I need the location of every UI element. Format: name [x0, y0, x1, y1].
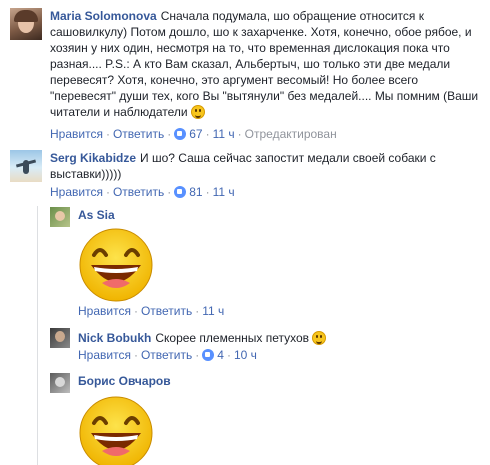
- thumbs-up-icon: [202, 349, 215, 361]
- like-count[interactable]: 81: [189, 185, 202, 199]
- reply-button[interactable]: Ответить: [141, 348, 192, 362]
- timestamp[interactable]: 10 ч: [234, 348, 257, 362]
- avatar[interactable]: [10, 150, 42, 182]
- timestamp[interactable]: 11 ч: [213, 127, 235, 141]
- like-button[interactable]: Нравится: [78, 348, 131, 362]
- timestamp[interactable]: 11 ч: [213, 185, 235, 199]
- like-button[interactable]: Нравится: [78, 304, 131, 318]
- laughing-smiley-sticker: [79, 228, 153, 302]
- comment-text: Скорее племенных петухов: [155, 331, 310, 345]
- comment-serg: Serg Kikabidze И шо? Саша сейчас запостит…: [10, 150, 485, 200]
- comment-author[interactable]: Nick Bobukh: [78, 331, 151, 345]
- comment-author[interactable]: Борис Овчаров: [78, 374, 171, 388]
- avatar[interactable]: [50, 328, 70, 348]
- comment-author[interactable]: Serg Kikabidze: [50, 151, 136, 165]
- timestamp[interactable]: 11 ч: [202, 304, 224, 318]
- reply-button[interactable]: Ответить: [141, 304, 192, 318]
- like-button[interactable]: Нравится: [50, 185, 103, 199]
- thumbs-up-icon: [174, 128, 187, 140]
- comment-text: Сначала подумала, шо обращение относится…: [50, 9, 479, 119]
- avatar[interactable]: [50, 207, 70, 227]
- reply-nick-bobukh: Nick Bobukh Скорее племенных петухов Нрав…: [50, 328, 480, 364]
- laughing-smiley-sticker: [79, 396, 153, 465]
- reply-as-sia: As Sia Нравится · Ответить · 11 ч: [50, 207, 480, 318]
- reply-thread-line: [37, 206, 38, 465]
- thumbs-up-icon: [174, 186, 187, 198]
- reply-button[interactable]: Ответить: [113, 127, 164, 141]
- like-count[interactable]: 4: [217, 348, 224, 362]
- edited-label[interactable]: Отредактирован: [245, 127, 337, 141]
- reply-boris-ovcharov: Борис Овчаров: [50, 373, 480, 465]
- comment-author[interactable]: Maria Solomonova: [50, 9, 157, 23]
- avatar[interactable]: [10, 8, 42, 40]
- smile-emoji-icon: [190, 105, 205, 119]
- like-button[interactable]: Нравится: [50, 127, 103, 141]
- avatar[interactable]: [50, 373, 70, 393]
- comment-author[interactable]: As Sia: [78, 208, 115, 222]
- reply-button[interactable]: Ответить: [113, 185, 164, 199]
- smile-emoji-icon: [312, 331, 327, 345]
- comment-maria: Maria Solomonova Сначала подумала, шо обр…: [10, 8, 485, 143]
- like-count[interactable]: 67: [189, 127, 202, 141]
